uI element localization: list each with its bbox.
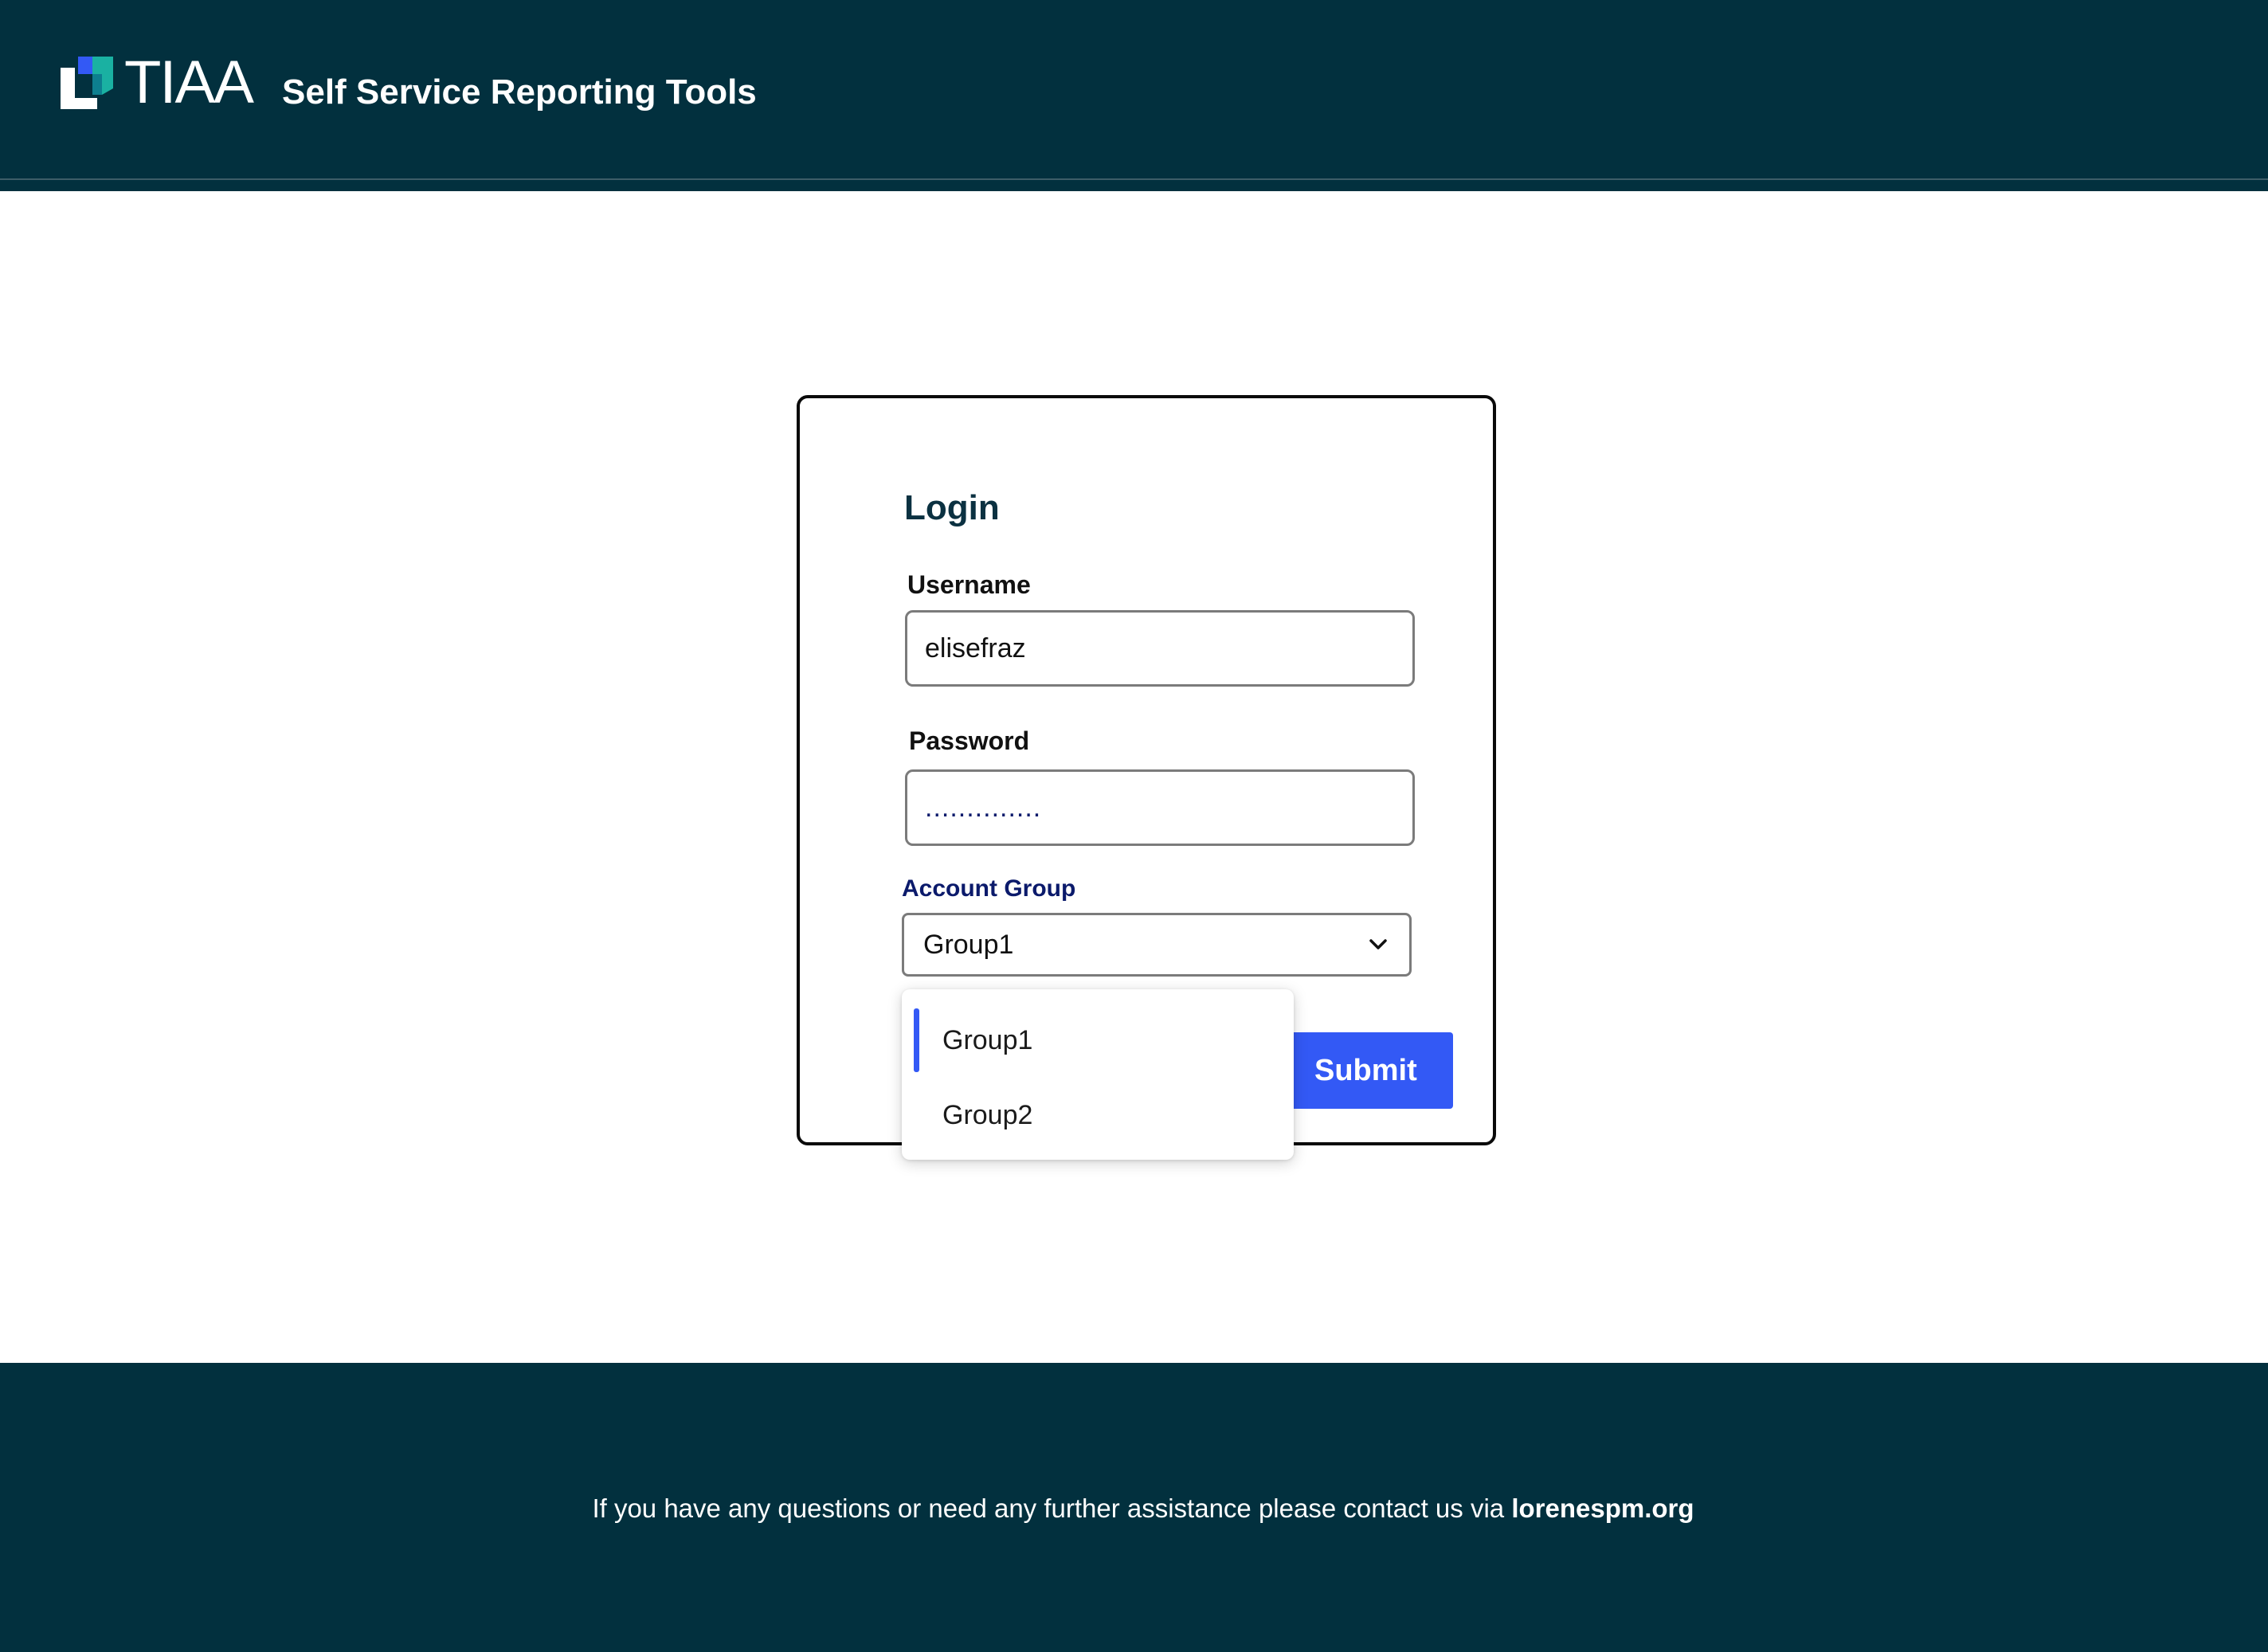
footer-contact-link[interactable]: lorenespm.org (1511, 1493, 1694, 1523)
footer-contact-text: If you have any questions or need any fu… (0, 1491, 2268, 1526)
username-label: Username (907, 570, 1031, 599)
password-label: Password (909, 726, 1030, 755)
tiaa-logo[interactable]: TIAA (61, 53, 254, 113)
submit-button[interactable]: Submit (1275, 1032, 1453, 1109)
logo-wordmark: TIAA (124, 49, 254, 116)
account-group-label: Account Group (902, 875, 1076, 902)
app-title: Self Service Reporting Tools (282, 72, 757, 112)
account-group-select[interactable]: Group1 (902, 913, 1412, 977)
login-heading: Login (904, 488, 1000, 527)
chevron-down-icon (1369, 939, 1387, 949)
tiaa-logo-icon (61, 57, 113, 109)
dropdown-option-group1[interactable]: Group1 (902, 1008, 1294, 1072)
header-divider (0, 178, 2268, 180)
dropdown-option-group2[interactable]: Group2 (902, 1083, 1294, 1147)
account-group-dropdown: Group1 Group2 (902, 989, 1294, 1160)
account-group-value: Group1 (923, 929, 1014, 960)
username-input[interactable] (905, 610, 1415, 687)
footer-message: If you have any questions or need any fu… (592, 1493, 1512, 1523)
site-header: TIAA Self Service Reporting Tools (0, 0, 2268, 191)
password-input[interactable] (905, 769, 1415, 846)
